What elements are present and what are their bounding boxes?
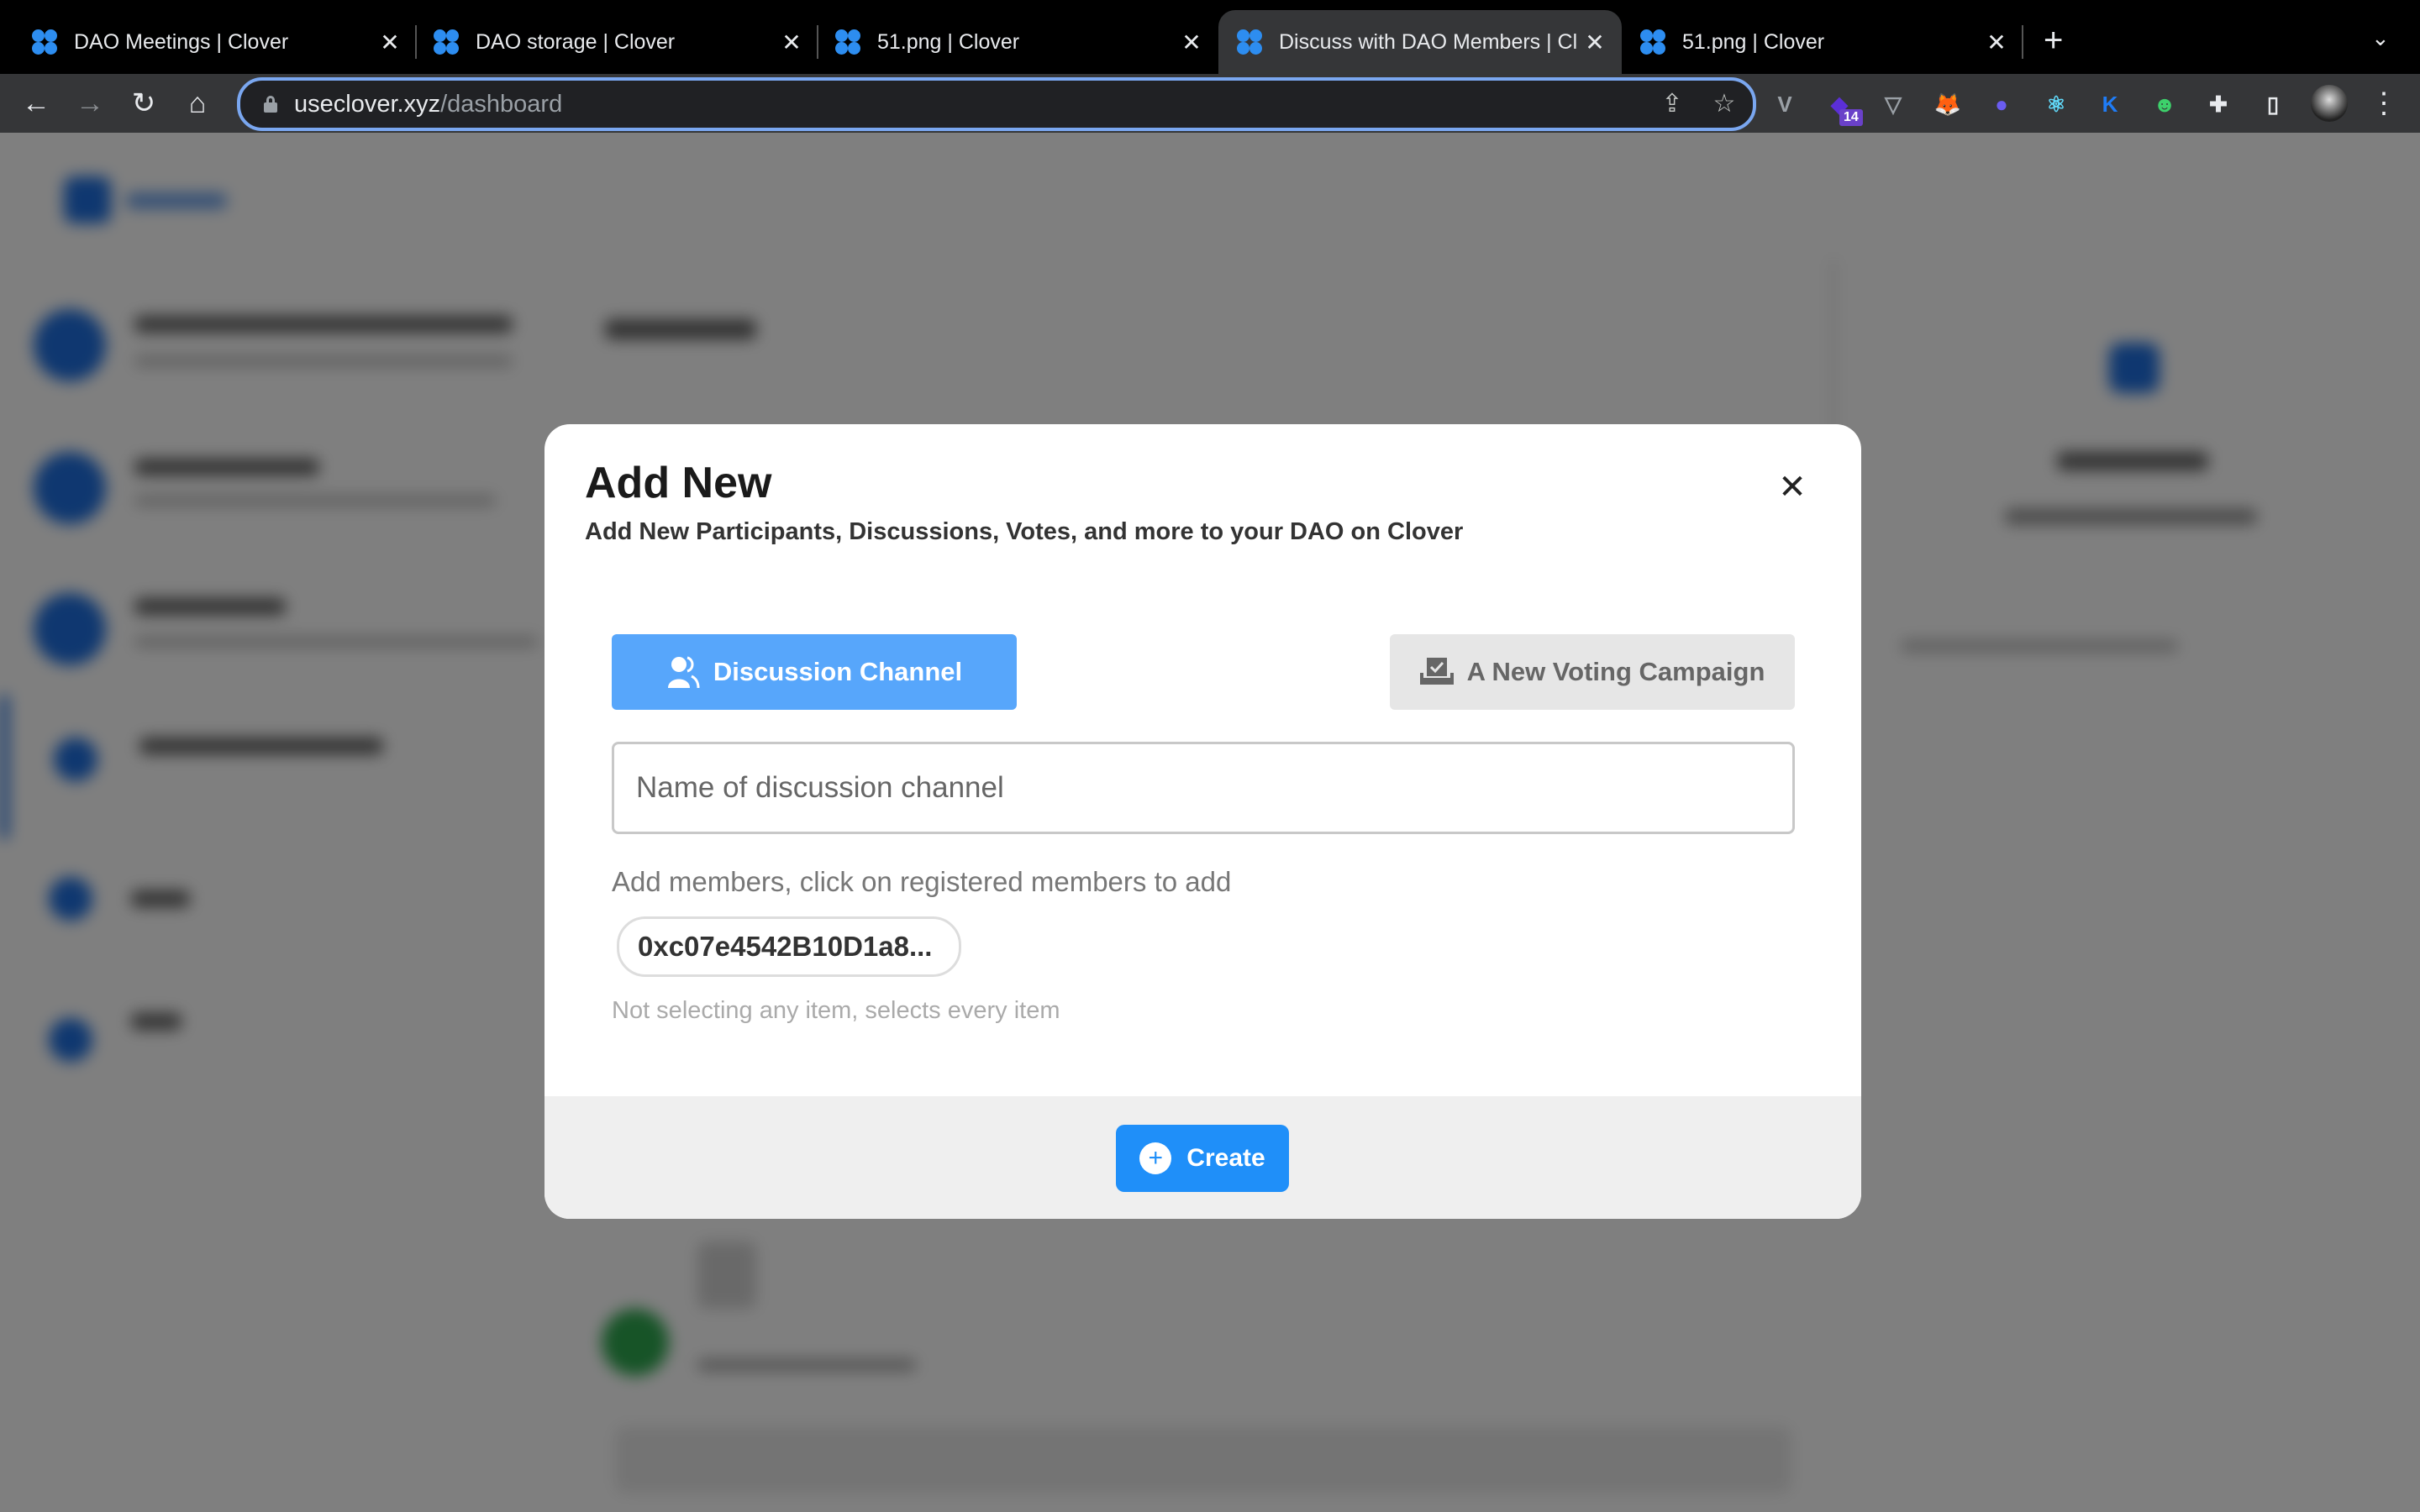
users-icon bbox=[667, 656, 700, 688]
browser-tab-strip: DAO Meetings | Clover ✕ DAO storage | Cl… bbox=[0, 0, 2420, 74]
v-extension-icon[interactable]: ▽ bbox=[1876, 87, 1910, 121]
tab-separator bbox=[2022, 25, 2023, 59]
close-icon[interactable]: ✕ bbox=[1771, 466, 1813, 508]
extensions-puzzle-icon[interactable]: ✚ bbox=[2202, 87, 2235, 121]
bookmark-star-icon[interactable]: ☆ bbox=[1707, 87, 1741, 121]
voting-campaign-button[interactable]: A New Voting Campaign bbox=[1390, 634, 1795, 710]
back-button[interactable]: ← bbox=[15, 82, 57, 124]
purple-extension-icon[interactable]: ◆ 14 bbox=[1823, 87, 1863, 126]
browser-tab[interactable]: DAO storage | Clover ✕ bbox=[417, 10, 818, 74]
browser-tab[interactable]: 51.png | Clover ✕ bbox=[818, 10, 1218, 74]
address-bar[interactable]: useclover.xyz/dashboard ⇪ ☆ bbox=[237, 77, 1756, 131]
extension-badge: 14 bbox=[1839, 109, 1863, 126]
tab-close-icon[interactable]: ✕ bbox=[1980, 29, 2013, 56]
tab-close-icon[interactable]: ✕ bbox=[1175, 29, 1208, 56]
tab-title: 51.png | Clover bbox=[877, 29, 1020, 54]
reload-button[interactable]: ↻ bbox=[123, 82, 165, 124]
url-path: /dashboard bbox=[440, 91, 563, 118]
create-label: Create bbox=[1186, 1144, 1265, 1172]
tab-close-icon[interactable]: ✕ bbox=[373, 29, 407, 56]
member-chip[interactable]: 0xc07e4542B10D1a8... bbox=[617, 916, 962, 977]
clover-favicon-icon bbox=[1237, 29, 1262, 55]
lock-icon bbox=[264, 96, 277, 113]
browser-tab[interactable]: DAO Meetings | Clover ✕ bbox=[0, 10, 417, 74]
tab-title: Discuss with DAO Members | Clover bbox=[1279, 29, 1578, 54]
clover-favicon-icon bbox=[1640, 29, 1665, 55]
tab-title: 51.png | Clover bbox=[1682, 29, 1825, 54]
discussion-channel-label: Discussion Channel bbox=[713, 657, 963, 686]
share-icon[interactable]: ⇪ bbox=[1655, 87, 1689, 121]
voting-campaign-label: A New Voting Campaign bbox=[1466, 657, 1765, 686]
react-devtools-icon[interactable]: ⚛ bbox=[2039, 87, 2073, 121]
ghost-wallet-icon[interactable]: ● bbox=[1985, 87, 2018, 121]
url-host: useclover.xyz bbox=[294, 91, 441, 118]
browser-tab-active[interactable]: Discuss with DAO Members | Clover ✕ bbox=[1218, 10, 1622, 74]
selection-hint: Not selecting any item, selects every it… bbox=[612, 997, 1060, 1024]
vue-devtools-icon[interactable]: V bbox=[1768, 87, 1802, 121]
profile-avatar[interactable] bbox=[2311, 85, 2348, 122]
side-panel-icon[interactable]: ▯ bbox=[2256, 87, 2290, 121]
tab-close-icon[interactable]: ✕ bbox=[775, 29, 808, 56]
url-text[interactable]: useclover.xyz/dashboard bbox=[294, 91, 562, 118]
ballot-icon bbox=[1419, 658, 1454, 685]
create-button[interactable]: + Create bbox=[1116, 1125, 1289, 1192]
clover-favicon-icon bbox=[835, 29, 860, 55]
browser-toolbar: ← → ↻ ⌂ useclover.xyz/dashboard ⇪ ☆ V ◆ 14… bbox=[0, 74, 2420, 133]
metamask-icon[interactable]: 🦊 bbox=[1931, 87, 1965, 121]
modal-title: Add New bbox=[585, 459, 772, 507]
tab-search-chevron-icon[interactable]: ⌄ bbox=[2371, 25, 2390, 51]
modal-footer: + Create bbox=[544, 1096, 1861, 1219]
add-new-modal: Add New Add New Participants, Discussion… bbox=[544, 424, 1861, 1219]
tab-close-icon[interactable]: ✕ bbox=[1578, 29, 1612, 56]
home-button[interactable]: ⌂ bbox=[176, 82, 218, 124]
tab-title: DAO storage | Clover bbox=[476, 29, 676, 54]
k-extension-icon[interactable]: K bbox=[2093, 87, 2127, 121]
frog-extension-icon[interactable]: ☻ bbox=[2148, 87, 2181, 121]
tab-title: DAO Meetings | Clover bbox=[74, 29, 289, 54]
clover-favicon-icon bbox=[434, 29, 459, 55]
browser-tab[interactable]: 51.png | Clover ✕ bbox=[1622, 10, 2023, 74]
browser-menu-icon[interactable]: ⋮ bbox=[2363, 82, 2405, 124]
channel-name-input[interactable] bbox=[612, 742, 1795, 834]
plus-badge-icon: + bbox=[1139, 1142, 1172, 1174]
add-members-label: Add members, click on registered members… bbox=[612, 866, 1232, 897]
modal-subtitle: Add New Participants, Discussions, Votes… bbox=[585, 518, 1464, 545]
new-tab-button[interactable]: + bbox=[2044, 22, 2063, 60]
clover-favicon-icon bbox=[32, 29, 57, 55]
forward-button[interactable]: → bbox=[69, 82, 111, 124]
discussion-channel-button[interactable]: Discussion Channel bbox=[612, 634, 1017, 710]
